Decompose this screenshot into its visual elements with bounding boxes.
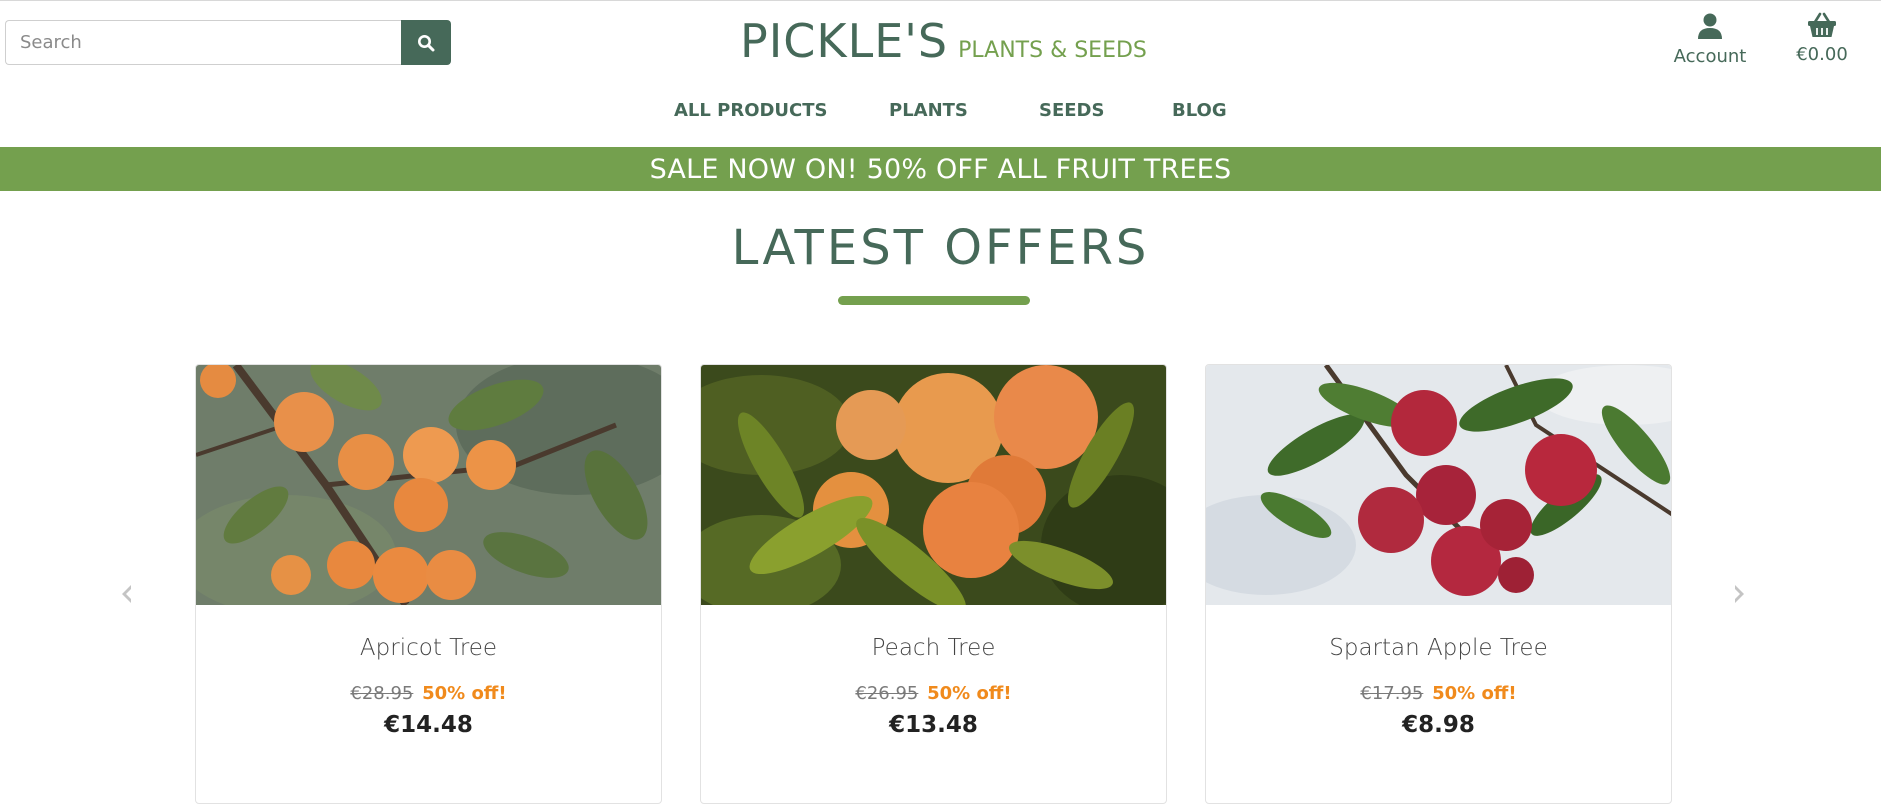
basket-link[interactable]: €0.00 bbox=[1782, 12, 1862, 65]
nav-seeds[interactable]: SEEDS bbox=[1039, 100, 1104, 121]
product-image-peach[interactable] bbox=[701, 365, 1167, 605]
product-offer: €28.95 50% off! bbox=[196, 683, 661, 704]
search-icon bbox=[418, 34, 435, 51]
search-bar bbox=[5, 20, 451, 65]
account-label: Account bbox=[1673, 46, 1747, 67]
product-price: €14.48 bbox=[384, 712, 473, 738]
account-link[interactable]: Account bbox=[1664, 12, 1756, 67]
product-offer: €17.95 50% off! bbox=[1206, 683, 1671, 704]
carousel-next-button[interactable] bbox=[1726, 582, 1750, 606]
old-price: €26.95 bbox=[855, 683, 919, 704]
old-price: €28.95 bbox=[350, 683, 414, 704]
product-name[interactable]: Spartan Apple Tree bbox=[1206, 635, 1671, 661]
basket-icon bbox=[1808, 12, 1836, 37]
product-card[interactable]: Peach Tree €26.95 50% off! €13.48 bbox=[700, 364, 1167, 804]
discount-badge: 50% off! bbox=[422, 683, 507, 704]
discount-badge: 50% off! bbox=[1432, 683, 1517, 704]
product-name[interactable]: Apricot Tree bbox=[196, 635, 661, 661]
old-price: €17.95 bbox=[1360, 683, 1424, 704]
site-logo[interactable]: PICKLE'S PLANTS & SEEDS bbox=[740, 14, 1147, 68]
product-name[interactable]: Peach Tree bbox=[701, 635, 1166, 661]
product-card[interactable]: Spartan Apple Tree €17.95 50% off! €8.98 bbox=[1205, 364, 1672, 804]
product-card[interactable]: Apricot Tree €28.95 50% off! €14.48 bbox=[195, 364, 662, 804]
product-image-apricot[interactable] bbox=[196, 365, 662, 605]
sale-banner-text: SALE NOW ON! 50% OFF ALL FRUIT TREES bbox=[649, 153, 1232, 185]
discount-badge: 50% off! bbox=[927, 683, 1012, 704]
logo-subtitle: PLANTS & SEEDS bbox=[958, 38, 1147, 63]
main-nav: ALL PRODUCTS PLANTS SEEDS BLOG bbox=[0, 100, 1881, 132]
product-image-apple[interactable] bbox=[1206, 365, 1672, 605]
chevron-left-icon bbox=[122, 585, 131, 603]
product-price: €13.48 bbox=[889, 712, 978, 738]
search-button[interactable] bbox=[401, 20, 451, 65]
product-offer: €26.95 50% off! bbox=[701, 683, 1166, 704]
section-title: LATEST OFFERS bbox=[731, 220, 1150, 276]
search-input[interactable] bbox=[5, 20, 401, 65]
top-border bbox=[0, 0, 1881, 1]
nav-plants[interactable]: PLANTS bbox=[889, 100, 968, 121]
logo-title: PICKLE'S bbox=[740, 14, 949, 68]
user-icon bbox=[1698, 13, 1722, 39]
sale-banner: SALE NOW ON! 50% OFF ALL FRUIT TREES bbox=[0, 147, 1881, 191]
title-underline bbox=[838, 296, 1030, 305]
nav-blog[interactable]: BLOG bbox=[1172, 100, 1227, 121]
chevron-right-icon bbox=[1735, 585, 1744, 603]
basket-total: €0.00 bbox=[1796, 44, 1848, 65]
nav-all-products[interactable]: ALL PRODUCTS bbox=[674, 100, 828, 121]
carousel-prev-button[interactable] bbox=[116, 582, 140, 606]
product-price: €8.98 bbox=[1402, 712, 1475, 738]
